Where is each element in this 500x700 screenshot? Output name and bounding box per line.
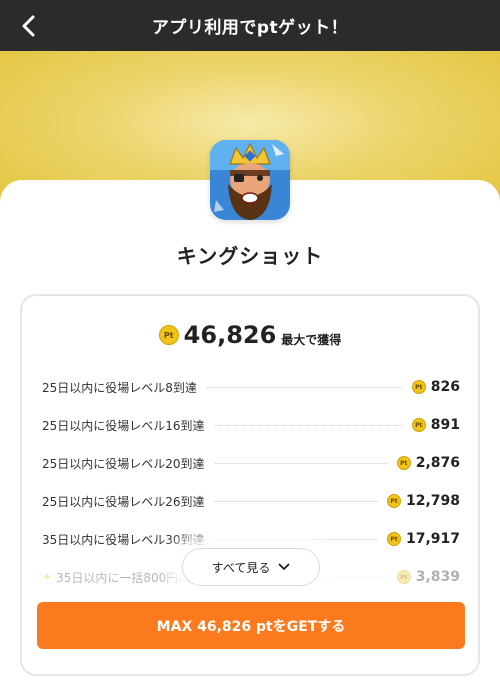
- coin-icon: Pt: [386, 532, 401, 546]
- sparkle-icon: ✦: [42, 570, 53, 584]
- get-points-button[interactable]: MAX 46,826 ptをGETする: [37, 602, 465, 649]
- task-row: 25日以内に役場レベル26到達 Pt 12,798: [42, 482, 460, 520]
- task-label: 25日以内に役場レベル16到達: [42, 418, 205, 433]
- coin-icon: Pt: [396, 456, 411, 470]
- dotted-leader: [214, 424, 402, 426]
- task-label: 25日以内に役場レベル26到達: [42, 494, 205, 509]
- task-points: Pt 2,876: [396, 455, 460, 471]
- task-points-value: 891: [430, 417, 460, 433]
- task-label: 35日以内に一括800円以: [56, 570, 191, 585]
- app-name: キングショット: [176, 244, 324, 268]
- chevron-down-icon: [278, 563, 290, 571]
- reward-card: Pt 46,826 最大で獲得 25日以内に役場レベル8到達 Pt 826 25…: [20, 294, 480, 676]
- task-row: 25日以内に役場レベル20到達 Pt 2,876: [42, 444, 460, 482]
- coin-icon: Pt: [386, 494, 401, 508]
- task-row: 25日以内に役場レベル16到達 Pt 891: [42, 406, 460, 444]
- coin-icon: Pt: [158, 325, 179, 345]
- dotted-leader: [214, 500, 377, 502]
- coin-icon: Pt: [411, 380, 426, 394]
- dotted-leader: [206, 386, 402, 388]
- task-points-value: 12,798: [405, 493, 460, 509]
- page-title: アプリ利用でptゲット！: [151, 18, 349, 38]
- top-bar: アプリ利用でptゲット！: [0, 0, 500, 51]
- task-points-value: 3,839: [415, 569, 460, 585]
- task-points: Pt 12,798: [386, 493, 460, 509]
- task-points-value: 17,917: [405, 531, 460, 547]
- total-suffix: 最大で獲得: [281, 332, 342, 347]
- total-reward: Pt 46,826 最大で獲得: [22, 321, 478, 349]
- task-label: 35日以内に役場レベル30到達: [42, 532, 205, 547]
- task-label: 25日以内に役場レベル20到達: [42, 456, 205, 471]
- see-all-label: すべて見る: [211, 560, 271, 575]
- coin-icon: Pt: [396, 570, 411, 584]
- task-label: 25日以内に役場レベル8到達: [42, 380, 197, 395]
- task-points: Pt 891: [411, 417, 460, 433]
- task-row: 25日以内に役場レベル8到達 Pt 826: [42, 368, 460, 406]
- see-all-button[interactable]: すべて見る: [182, 548, 320, 586]
- task-points-value: 826: [430, 379, 460, 395]
- task-points: Pt 17,917: [386, 531, 460, 547]
- task-points: Pt 826: [411, 379, 460, 395]
- chevron-left-icon: [22, 15, 35, 37]
- task-points-value: 2,876: [415, 455, 460, 471]
- app-icon: [210, 140, 290, 220]
- total-points: 46,826: [183, 321, 277, 349]
- coin-icon: Pt: [411, 418, 426, 432]
- task-points: Pt 3,839: [396, 569, 460, 585]
- back-button[interactable]: [14, 11, 44, 41]
- dotted-leader: [214, 462, 387, 464]
- dotted-leader: [214, 538, 377, 540]
